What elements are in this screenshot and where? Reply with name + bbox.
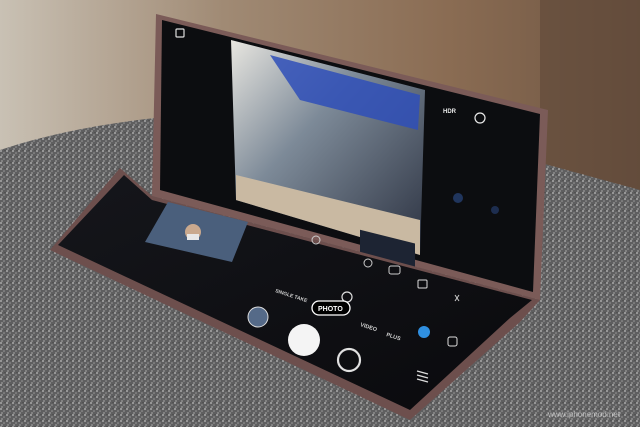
aspect-ratio-icon[interactable] [453, 193, 463, 203]
watermark: www.iphonemod.net [547, 410, 621, 419]
shutter-button-icon[interactable] [288, 324, 320, 356]
gallery-icon[interactable] [247, 306, 269, 328]
front-lens-indicator [418, 326, 430, 338]
zoom-icon[interactable] [491, 206, 499, 214]
mode-photo[interactable]: PHOTO [318, 306, 343, 313]
hdr-label[interactable]: HDR [443, 109, 457, 115]
photo-scene: HDR SINGLE TAKE PHOTO VIDEO PLUS www.iph… [0, 0, 640, 427]
person-mask [187, 234, 199, 240]
